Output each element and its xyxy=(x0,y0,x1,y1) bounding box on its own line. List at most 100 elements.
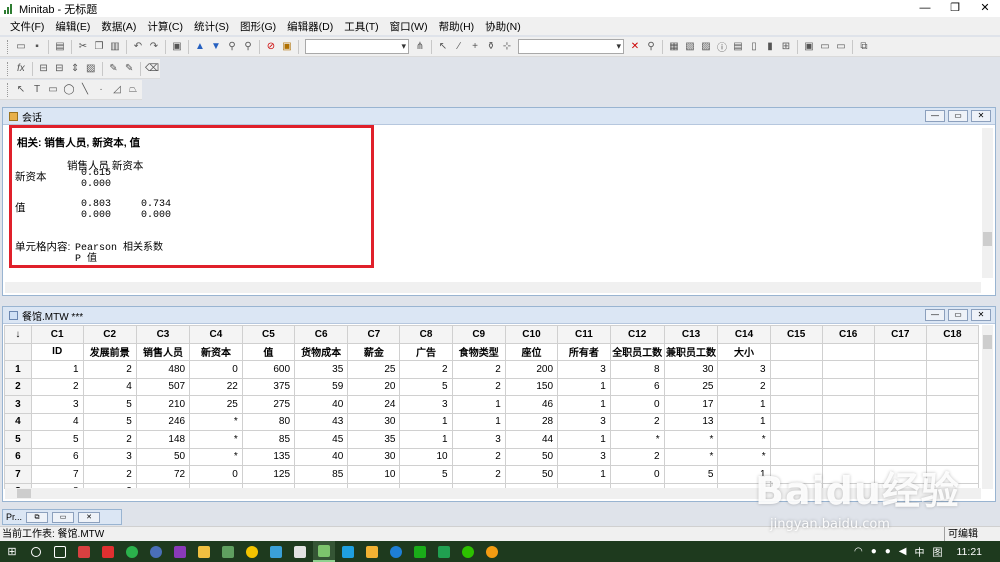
data-cell[interactable]: 3 xyxy=(557,447,611,466)
data-cell[interactable]: 3 xyxy=(82,447,137,466)
column-name[interactable]: 座位 xyxy=(504,342,559,361)
graph-combo[interactable] xyxy=(518,39,624,54)
column-id[interactable]: C15 xyxy=(769,325,823,344)
windows-start-icon[interactable]: ⊞ xyxy=(0,541,24,562)
data-cell[interactable]: 3 xyxy=(399,395,453,414)
data-cell[interactable]: 1 xyxy=(451,395,506,414)
data-cell[interactable]: 507 xyxy=(135,377,191,396)
onenote-icon[interactable] xyxy=(169,541,191,562)
insert-column-icon[interactable]: ⊟ xyxy=(52,62,66,76)
brush-icon[interactable]: ⋔ xyxy=(413,40,427,54)
grid-corner[interactable]: ↓ xyxy=(4,325,32,344)
data-cell[interactable] xyxy=(925,360,979,379)
data-cell[interactable]: 2 xyxy=(717,377,771,396)
data-cell[interactable]: 28 xyxy=(504,412,559,431)
data-cell[interactable] xyxy=(873,412,927,431)
data-cell[interactable]: 80 xyxy=(241,412,296,431)
column-id[interactable]: C9 xyxy=(451,325,506,344)
app-icon[interactable] xyxy=(433,541,455,562)
data-cell[interactable]: 4 xyxy=(82,377,137,396)
data-cell[interactable]: 2 xyxy=(82,465,137,484)
print-icon[interactable]: ▤ xyxy=(53,40,67,54)
pen-icon[interactable]: ∕ xyxy=(452,40,466,54)
column-name[interactable]: 货物成本 xyxy=(294,342,349,361)
maximize-button[interactable]: ▭ xyxy=(52,511,75,523)
data-cell[interactable]: 44 xyxy=(504,430,559,449)
find-next-icon[interactable]: ⚲ xyxy=(241,40,255,54)
cut-icon[interactable]: ✂ xyxy=(76,40,90,54)
column-id[interactable]: C18 xyxy=(925,325,979,344)
edit-icon[interactable]: ✎ xyxy=(107,62,121,76)
data-cell[interactable] xyxy=(769,377,823,396)
data-cell[interactable]: 2 xyxy=(399,360,453,379)
menu-item[interactable]: 计算(C) xyxy=(147,19,183,34)
layout-icon[interactable]: ⊞ xyxy=(779,40,793,54)
session-maximize-button[interactable]: ▭ xyxy=(948,110,968,122)
data-cell[interactable] xyxy=(769,412,823,431)
data-cell[interactable] xyxy=(821,430,875,449)
row-number[interactable]: 7 xyxy=(4,465,32,484)
close-button[interactable]: ✕ xyxy=(970,0,1000,17)
formula-icon[interactable]: fx xyxy=(14,62,28,76)
data-cell[interactable]: 46 xyxy=(504,395,559,414)
worksheet-vertical-scrollbar[interactable] xyxy=(982,325,993,489)
column-name[interactable]: 食物类型 xyxy=(451,342,506,361)
column-id[interactable]: C14 xyxy=(717,325,771,344)
data-cell[interactable]: 43 xyxy=(294,412,349,431)
app-icon[interactable] xyxy=(409,541,431,562)
info-icon[interactable]: ⓘ xyxy=(715,40,729,54)
data-cell[interactable]: 3 xyxy=(717,360,771,379)
arrow-down-icon[interactable]: ▼ xyxy=(209,40,223,54)
column-id[interactable]: C7 xyxy=(347,325,401,344)
crosshair-icon[interactable]: + xyxy=(468,40,482,54)
data-cell[interactable]: 2 xyxy=(30,377,84,396)
clear-cells-icon[interactable]: ▨ xyxy=(84,62,98,76)
data-cell[interactable]: * xyxy=(663,447,719,466)
session-horizontal-scrollbar[interactable] xyxy=(5,282,981,293)
data-cell[interactable]: 148 xyxy=(135,430,191,449)
row-number[interactable]: 4 xyxy=(4,412,32,431)
data-cell[interactable]: 5 xyxy=(82,395,137,414)
graph-window-icon[interactable]: ▭ xyxy=(834,40,848,54)
data-cell[interactable]: 246 xyxy=(135,412,191,431)
menu-item[interactable]: 图形(G) xyxy=(240,19,276,34)
volume-icon[interactable]: ◀ xyxy=(899,546,907,557)
data-cell[interactable]: 3 xyxy=(557,412,611,431)
data-cell[interactable]: 30 xyxy=(347,447,401,466)
menu-item[interactable]: 数据(A) xyxy=(101,19,136,34)
data-cell[interactable]: 2 xyxy=(82,430,137,449)
data-cell[interactable]: 25 xyxy=(663,377,719,396)
session-close-button[interactable]: ✕ xyxy=(971,110,991,122)
data-cell[interactable]: 10 xyxy=(399,447,453,466)
data-cell[interactable]: 2 xyxy=(609,447,665,466)
data-cell[interactable]: 5 xyxy=(82,412,137,431)
data-cell[interactable]: 125 xyxy=(241,465,296,484)
restore-button[interactable]: ⧉ xyxy=(26,511,49,523)
session-folder-icon[interactable]: ▧ xyxy=(683,40,697,54)
open-icon[interactable]: ▭ xyxy=(14,40,28,54)
edit-last-dialog-icon[interactable]: ▣ xyxy=(170,40,184,54)
worksheet-close-button[interactable]: ✕ xyxy=(971,309,991,321)
line-icon[interactable]: ╲ xyxy=(78,83,92,97)
rectangle-icon[interactable]: ▭ xyxy=(46,83,60,97)
save-icon[interactable]: ▪ xyxy=(30,40,44,54)
column-name[interactable]: 新资本 xyxy=(189,342,243,361)
data-cell[interactable] xyxy=(821,395,875,414)
data-cell[interactable]: 1 xyxy=(717,412,771,431)
worksheet-maximize-button[interactable]: ▭ xyxy=(948,309,968,321)
app-icon[interactable] xyxy=(289,541,311,562)
language-indicator[interactable]: 中 xyxy=(915,544,925,559)
column-name[interactable]: ID xyxy=(30,342,84,361)
column-id[interactable]: C5 xyxy=(241,325,296,344)
data-cell[interactable]: 45 xyxy=(294,430,349,449)
app-icon[interactable] xyxy=(193,541,215,562)
data-cell[interactable] xyxy=(925,430,979,449)
data-cell[interactable]: 275 xyxy=(241,395,296,414)
column-name[interactable]: 全职员工数 xyxy=(609,342,665,361)
menu-item[interactable]: 帮助(H) xyxy=(439,19,475,34)
scroll-thumb[interactable] xyxy=(983,335,992,349)
data-cell[interactable]: 0 xyxy=(189,465,243,484)
row-number[interactable]: 2 xyxy=(4,377,32,396)
data-cell[interactable]: 6 xyxy=(30,447,84,466)
zoom-icon[interactable]: ⊹ xyxy=(500,40,514,54)
